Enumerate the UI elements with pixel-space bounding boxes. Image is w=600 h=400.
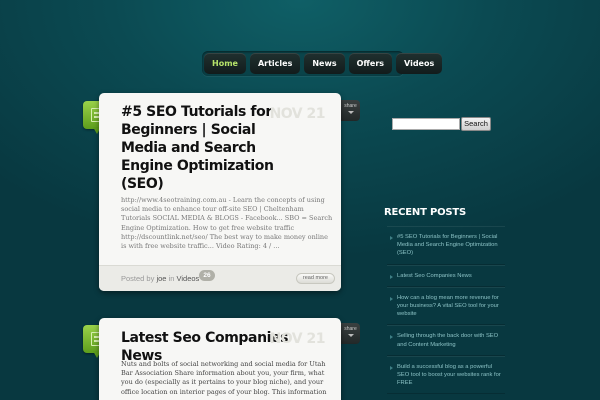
recent-post-link[interactable]: Latest Seo Companies News — [387, 264, 505, 287]
read-more-button[interactable]: read more — [295, 273, 335, 284]
recent-post-link[interactable]: #5 SEO Tutorials for Beginners | Social … — [387, 226, 505, 265]
nav-home[interactable]: Home — [204, 53, 246, 74]
nav-news[interactable]: News — [304, 53, 345, 74]
chevron-down-icon — [347, 334, 354, 337]
post-excerpt: Nuts and bolts of social networking and … — [121, 360, 327, 400]
nav-offers[interactable]: Offers — [348, 53, 393, 74]
recent-posts-heading: RECENT POSTS — [384, 207, 467, 218]
search-button[interactable]: Search — [461, 117, 491, 131]
share-button[interactable]: share — [341, 100, 360, 121]
nav-videos[interactable]: Videos — [396, 53, 443, 74]
share-label: share — [344, 326, 357, 332]
recent-post-link[interactable]: Build a successful blog as a powerful SE… — [387, 355, 505, 395]
recent-posts-list: #5 SEO Tutorials for Beginners | Social … — [387, 226, 505, 395]
main-nav: Home Articles News Offers Videos — [202, 51, 443, 76]
post-date: NOV 21 — [269, 106, 326, 122]
recent-post-link[interactable]: Selling through the back door with SEO a… — [387, 325, 505, 356]
posted-by-label: Posted by — [121, 274, 155, 283]
chevron-down-icon — [347, 111, 354, 114]
search-input[interactable] — [392, 118, 460, 130]
share-label: share — [344, 103, 357, 109]
post-card: #5 SEO Tutorials for Beginners | Social … — [99, 93, 341, 291]
recent-post-link[interactable]: How can a blog mean more revenue for you… — [387, 286, 505, 326]
post-date: NOV 21 — [269, 331, 326, 347]
post-meta: Posted by joe in Videos — [121, 274, 199, 283]
share-button[interactable]: share — [341, 323, 360, 344]
post-footer: Posted by joe in Videos 26 read more — [99, 265, 341, 291]
post-title[interactable]: #5 SEO Tutorials for Beginners | Social … — [121, 103, 281, 193]
post-excerpt: http://www.4seotraining.com.au - Learn t… — [121, 196, 333, 251]
post-card: Latest Seo Companies News NOV 21 Nuts an… — [99, 318, 341, 400]
post-category-link[interactable]: Videos — [177, 274, 200, 283]
nav-articles[interactable]: Articles — [249, 53, 301, 74]
post-author-link[interactable]: joe — [156, 274, 166, 283]
in-label: in — [168, 274, 175, 283]
comments-count-badge[interactable]: 26 — [199, 270, 215, 281]
